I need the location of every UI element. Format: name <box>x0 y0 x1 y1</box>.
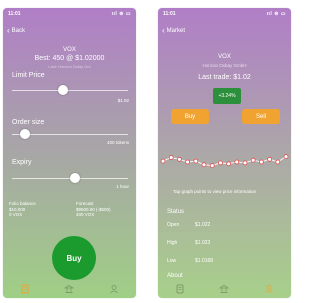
price-point[interactable] <box>275 159 281 165</box>
chevron-left-icon: ‹ <box>162 26 165 35</box>
status-bar: 11:01 ııl ⊜ ▭ <box>8 11 131 19</box>
bank-icon[interactable] <box>64 284 75 294</box>
expiry-value: 1 hour <box>116 184 129 189</box>
stat-key: High <box>167 240 178 246</box>
expiry-thumb[interactable] <box>70 173 81 183</box>
price-sparkline[interactable] <box>158 149 291 175</box>
price-point[interactable] <box>226 161 231 167</box>
stat-row-high: High $1.023 <box>167 240 210 246</box>
best-offer: Best: 450 @ $1.02000 <box>34 55 105 62</box>
order-screen: 11:01 ııl ⊜ ▭ ‹ Back VOX Best: 450 @ $1.… <box>3 8 136 298</box>
price-point[interactable] <box>176 156 182 162</box>
price-point[interactable] <box>218 160 223 166</box>
asset-detail-screen: 11:01 ııl ⊜ ▭ ‹ Market VOX Horizon Oxbay… <box>158 8 291 298</box>
status-heading: Status <box>167 209 185 215</box>
asset-organization: Horizon Oxbay GmbH <box>202 63 247 68</box>
price-point[interactable] <box>193 158 199 164</box>
price-point[interactable] <box>160 158 166 164</box>
trade-icon[interactable] <box>175 284 185 294</box>
buy-button[interactable]: Buy <box>52 236 96 280</box>
clock: 11:01 <box>163 11 176 17</box>
order-size-value: 400 tokens <box>106 140 129 145</box>
stat-value: $1.023 <box>195 240 211 246</box>
expiry-label: Expiry <box>12 159 32 166</box>
market-back-button[interactable]: ‹ Market <box>162 26 186 35</box>
tab-bar <box>3 280 136 298</box>
asset-subtitle: Last: Horizon Dolay Gm <box>48 64 91 69</box>
stat-row-open: Open $1.022 <box>167 222 210 228</box>
price-point[interactable] <box>209 163 215 169</box>
asset-title: VOX <box>63 47 76 53</box>
limit-price-value: $1.02 <box>117 98 129 103</box>
price-point[interactable] <box>168 155 174 160</box>
back-button[interactable]: ‹ Back <box>7 26 26 35</box>
order-size-thumb[interactable] <box>20 129 31 139</box>
limit-price-slider[interactable] <box>12 85 128 95</box>
price-point[interactable] <box>267 156 272 162</box>
back-label: Market <box>166 28 186 34</box>
profile-icon[interactable] <box>264 284 274 294</box>
last-trade: Last trade: $1.02 <box>198 74 251 81</box>
chevron-left-icon: ‹ <box>7 26 10 35</box>
forecast-balance: Forecast $9500.00 (-$500) 400 VOX <box>76 201 111 218</box>
stat-key: Low <box>167 258 177 264</box>
stat-row-low: Low $1.0168 <box>167 258 213 264</box>
portfolio-tokens: 0 VOX <box>9 212 23 217</box>
status-icons: ııl ⊜ ▭ <box>111 11 131 17</box>
expiry-slider[interactable] <box>12 173 128 183</box>
stat-key: Open <box>167 222 180 228</box>
limit-price-label: Limit Price <box>12 72 45 79</box>
price-point[interactable] <box>242 160 248 166</box>
status-bar: 11:01 ııl ⊜ ▭ <box>163 11 286 19</box>
profile-icon[interactable] <box>109 284 119 294</box>
stat-value: $1.0168 <box>195 258 214 264</box>
sell-button[interactable]: Sell <box>242 109 280 124</box>
order-size-label: Order size <box>12 119 45 126</box>
status-icons: ııl ⊜ ▭ <box>266 11 286 17</box>
price-point[interactable] <box>250 157 256 163</box>
price-change-badge: +3.24% <box>213 88 241 104</box>
portfolio-title: Folio balance <box>9 201 36 206</box>
price-point[interactable] <box>185 159 191 165</box>
price-point[interactable] <box>201 162 207 168</box>
stat-value: $1.022 <box>195 222 211 228</box>
forecast-tokens: 400 VOX <box>76 212 95 217</box>
bank-icon[interactable] <box>219 284 230 294</box>
graph-hint: Tap graph points to view price informati… <box>173 189 257 194</box>
buy-button[interactable]: Buy <box>171 109 209 124</box>
clock: 11:01 <box>8 11 21 17</box>
about-heading: About <box>167 273 183 279</box>
price-point[interactable] <box>283 154 289 159</box>
price-point[interactable] <box>234 159 240 165</box>
price-line <box>162 156 287 167</box>
tab-bar <box>158 280 291 298</box>
back-label: Back <box>11 28 26 34</box>
trade-icon[interactable] <box>20 284 30 294</box>
asset-name: VOX <box>218 54 231 60</box>
price-point[interactable] <box>259 159 264 165</box>
order-size-slider[interactable] <box>12 129 128 139</box>
limit-price-thumb[interactable] <box>57 85 68 95</box>
portfolio-balance: Folio balance $10,000 0 VOX <box>9 201 36 218</box>
